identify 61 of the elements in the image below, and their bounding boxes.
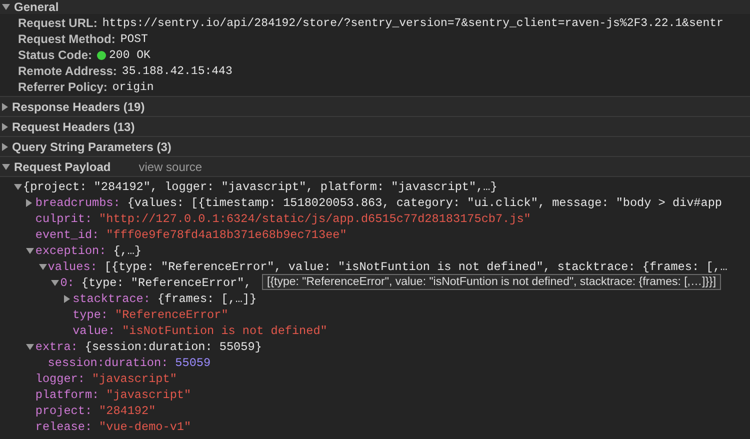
expand-arrow-icon[interactable] xyxy=(38,264,47,270)
expand-arrow-icon[interactable] xyxy=(26,199,32,207)
property-value: {project: "284192", logger: "javascript", platform: "javascript",…} xyxy=(23,180,498,194)
property-value: 55059 xyxy=(175,356,211,370)
property-value: [{type: "ReferenceError", value: "isNotFuntion is not defined", stacktrace: {frames: [,… xyxy=(104,260,728,274)
property-key: type: xyxy=(72,308,108,322)
field-label: Request Method: xyxy=(18,32,116,46)
expand-arrow-icon[interactable] xyxy=(26,344,34,350)
field-value: 200 OK xyxy=(109,48,150,62)
property-key: session:duration: xyxy=(48,356,168,370)
status-dot-icon xyxy=(97,50,106,60)
expand-arrow-icon[interactable] xyxy=(2,102,8,110)
property-key: breadcrumbs: xyxy=(35,196,120,210)
field-value: POST xyxy=(120,32,148,46)
property-key: value: xyxy=(72,324,116,338)
field-value: 35.188.42.15:443 xyxy=(122,64,232,78)
section-title[interactable]: Query String Parameters (3) xyxy=(12,140,172,154)
expand-arrow-icon[interactable] xyxy=(51,280,60,286)
field-label: Status Code: xyxy=(18,48,92,62)
property-key: culprit: xyxy=(35,212,92,226)
property-value: {,…} xyxy=(113,244,142,258)
property-key: values: xyxy=(48,260,98,274)
property-key: 0: xyxy=(60,276,74,290)
property-value: "vue-demo-v1" xyxy=(99,420,192,434)
expand-arrow-icon[interactable] xyxy=(2,142,8,150)
property-value: "isNotFuntion is not defined" xyxy=(122,324,328,338)
property-value: "284192" xyxy=(99,404,156,418)
expand-arrow-icon[interactable] xyxy=(2,4,10,10)
property-value: {frames: [,…]} xyxy=(157,292,257,306)
value-tooltip: [{type: "ReferenceError", value: "isNotFuntion is not defined", stacktrace: {frames: [,…]}}] xyxy=(262,274,722,290)
property-key: exception: xyxy=(35,244,106,258)
expand-arrow-icon[interactable] xyxy=(2,122,8,130)
property-key: release: xyxy=(35,420,92,434)
property-key: event_id: xyxy=(35,228,100,242)
expand-arrow-icon[interactable] xyxy=(2,164,10,170)
expand-arrow-icon[interactable] xyxy=(26,248,34,254)
property-key: logger: xyxy=(35,372,85,386)
expand-arrow-icon[interactable] xyxy=(64,295,70,303)
property-key: extra: xyxy=(35,340,78,354)
section-title[interactable]: Response Headers (19) xyxy=(12,100,145,114)
field-label: Request URL: xyxy=(18,16,98,30)
field-value: https://sentry.io/api/284192/store/?sentry_version=7&sentry_client=raven-js%2F3.22.1&sentr xyxy=(102,16,724,30)
expand-arrow-icon[interactable] xyxy=(14,184,22,190)
property-key: platform: xyxy=(35,388,100,402)
section-title[interactable]: Request Headers (13) xyxy=(12,120,135,134)
view-source-link[interactable]: view source xyxy=(138,160,202,174)
property-value: "javascript" xyxy=(106,388,192,402)
property-key: project: xyxy=(35,404,92,418)
section-title[interactable]: General xyxy=(14,0,59,14)
property-value: "http://127.0.0.1:6324/static/js/app.d6515c77d28183175cb7.js" xyxy=(99,212,531,226)
field-value: origin xyxy=(112,80,154,94)
property-value: {values: [{timestamp: 1518020053.863, category: "ui.click", message: "body > div#app xyxy=(127,196,722,210)
field-label: Remote Address: xyxy=(18,64,117,78)
property-value: {session:duration: 55059} xyxy=(84,340,262,354)
section-title[interactable]: Request Payload xyxy=(14,160,111,174)
property-value: {type: "ReferenceError", xyxy=(81,276,252,290)
property-value: "fff0e9fe78fd4a18b371e68b9ec713ee" xyxy=(106,228,347,242)
property-key: stacktrace: xyxy=(72,292,150,306)
property-value: "javascript" xyxy=(92,372,177,386)
property-value: "ReferenceError" xyxy=(115,308,228,322)
field-label: Referrer Policy: xyxy=(18,80,108,94)
